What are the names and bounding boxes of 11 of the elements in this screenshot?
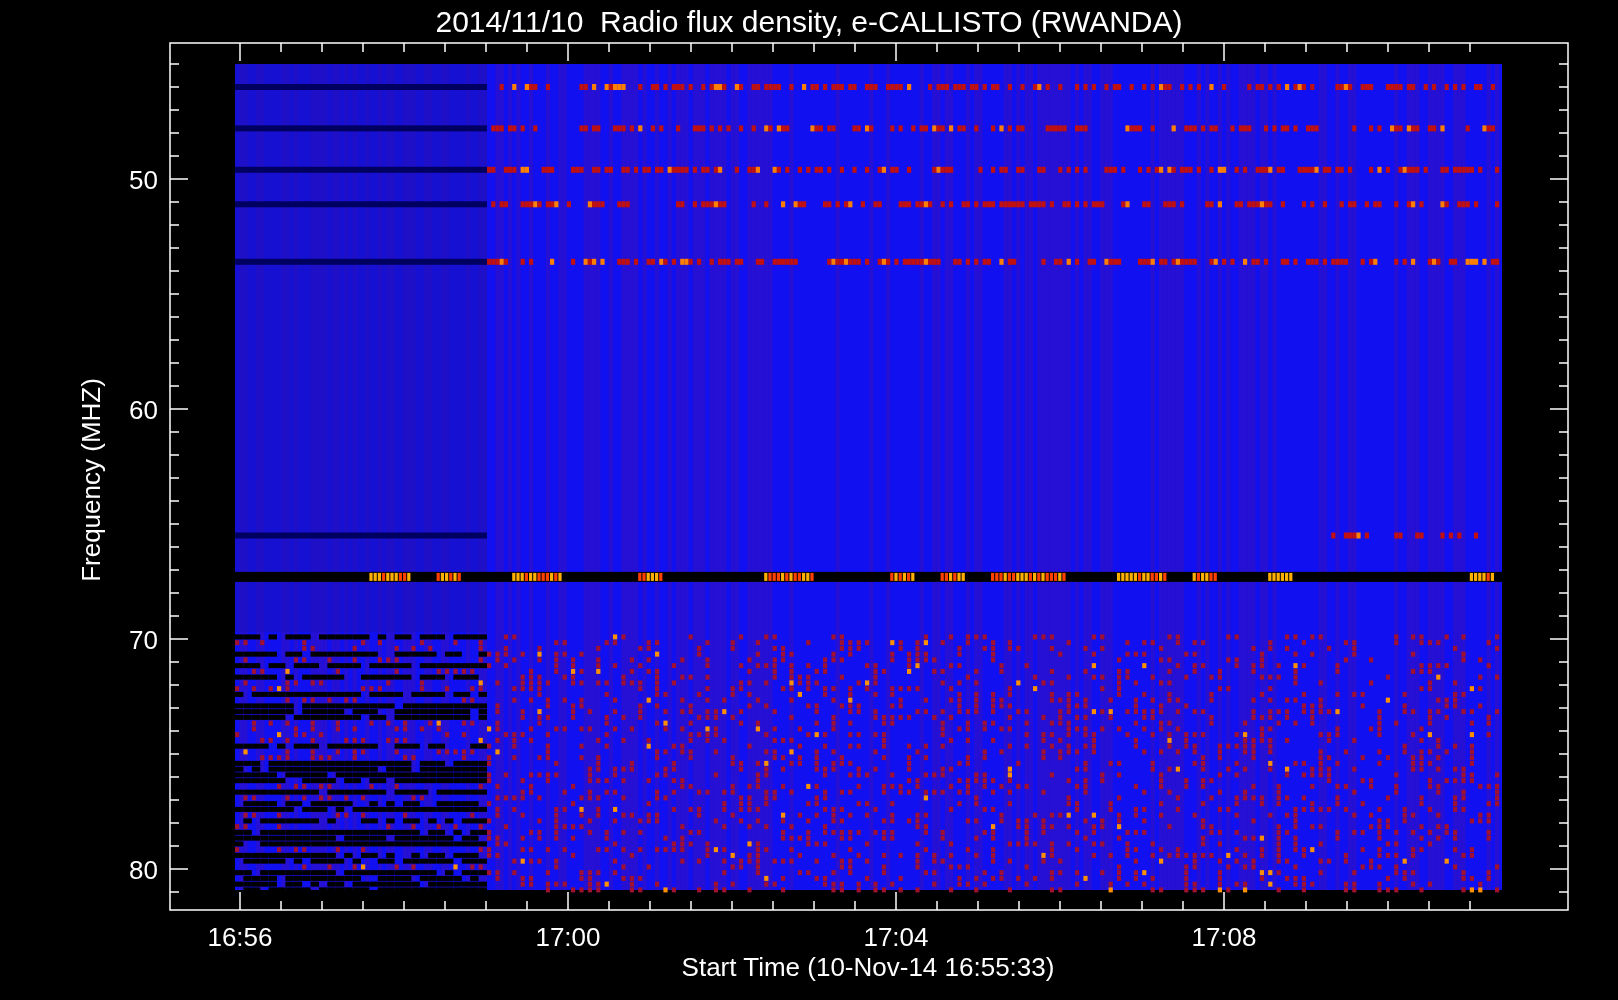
y-tick-label: 50 — [129, 165, 158, 195]
x-tick-label: 17:00 — [535, 922, 601, 952]
y-tick-label: 60 — [129, 395, 158, 425]
chart-title: 2014/11/10 Radio flux density, e-CALLISTO (RWANDA) — [435, 5, 1183, 38]
y-tick-label: 70 — [129, 625, 158, 655]
x-tick-label: 17:04 — [863, 922, 929, 952]
x-axis-label: Start Time (10-Nov-14 16:55:33) — [681, 952, 1055, 982]
x-tick-label: 16:56 — [207, 922, 273, 952]
y-tick-label: 80 — [129, 855, 158, 885]
y-axis-label: Frequency (MHZ) — [76, 378, 106, 582]
x-tick-label: 17:08 — [1191, 922, 1257, 952]
